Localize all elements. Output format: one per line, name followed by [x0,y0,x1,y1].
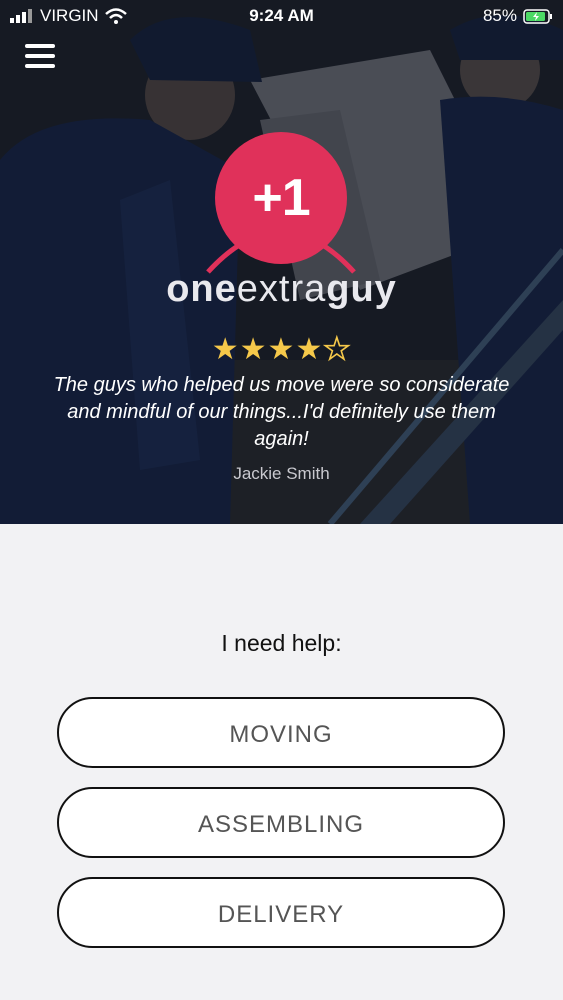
rating-stars: ★★★★★ [0,332,563,367]
clock: 9:24 AM [249,6,314,25]
hero-banner: VIRGIN 9:24 AM 85% +1 oneextraguy ★★★★★ … [0,0,563,524]
star-icon: ★ [211,333,240,366]
star-icon: ★ [267,333,296,366]
testimonial-author: Jackie Smith [233,464,330,483]
star-icon: ★ [295,333,324,366]
help-heading: I need help: [221,630,342,656]
moving-button[interactable]: MOVING [57,697,505,768]
battery-icon [523,8,552,24]
star-empty-icon: ★ [323,332,352,367]
star-icon: ★ [239,333,268,366]
plus-one-badge: +1 [215,132,347,264]
battery-percent: 85% [482,6,517,25]
brand-wordmark: oneextraguy [166,268,397,310]
hamburger-menu-icon[interactable] [25,44,55,72]
status-bar: VIRGIN 9:24 AM 85% [0,0,563,34]
oneextraguy-logo: +1 oneextraguy [150,132,413,312]
delivery-button[interactable]: DELIVERY [57,877,505,948]
testimonial-quote: The guys who helped us move were so cons… [53,374,510,450]
assembling-button[interactable]: ASSEMBLING [57,787,505,858]
